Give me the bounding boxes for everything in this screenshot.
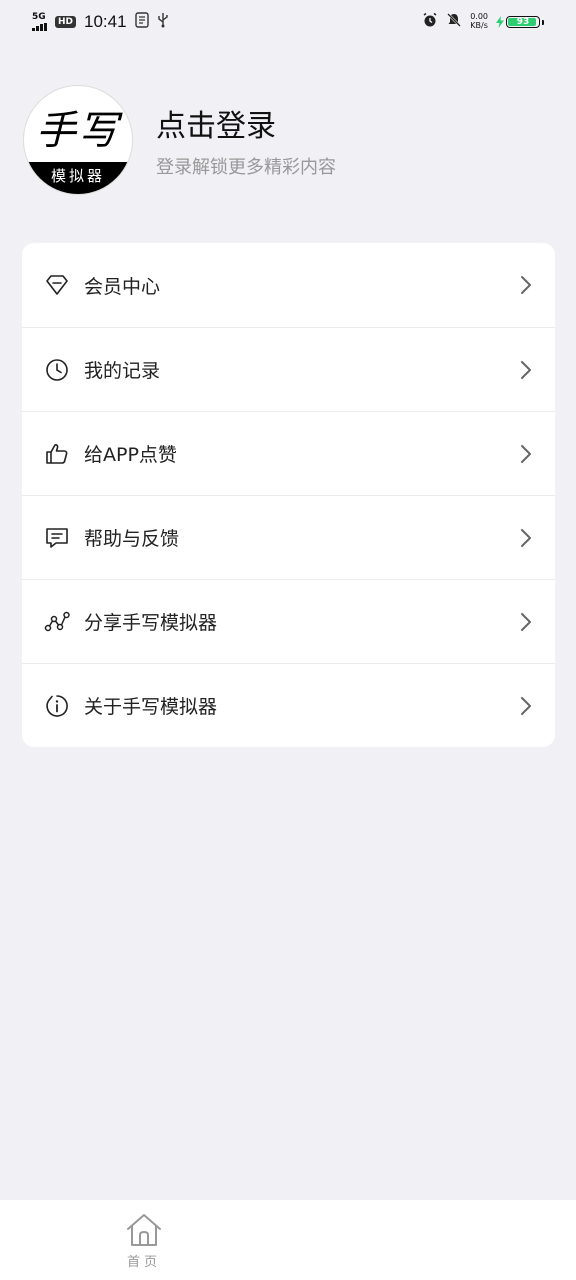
info-icon — [44, 693, 70, 719]
chevron-right-icon — [521, 444, 531, 463]
menu-item-vip-center[interactable]: 会员中心 — [22, 243, 555, 327]
status-bar: 5G HD 10:41 0.00 KB/s 93 — [0, 0, 576, 44]
usb-debug-icon — [134, 12, 149, 32]
clock-icon — [44, 357, 70, 383]
message-icon — [44, 525, 70, 551]
nav-tab-home-label: 首页 — [126, 1254, 161, 1270]
menu-item-label: 关于手写模拟器 — [84, 696, 218, 718]
app-logo-avatar[interactable]: 手写 模拟器 — [24, 86, 132, 194]
diamond-icon — [44, 272, 70, 298]
thumbs-up-icon — [44, 441, 70, 467]
menu-item-my-records[interactable]: 我的记录 — [22, 327, 555, 411]
menu-item-label: 给APP点赞 — [84, 444, 177, 466]
usb-icon — [157, 12, 169, 32]
chevron-right-icon — [521, 360, 531, 379]
menu-item-label: 我的记录 — [84, 360, 161, 382]
login-profile-header[interactable]: 手写 模拟器 点击登录 登录解锁更多精彩内容 — [24, 86, 336, 194]
status-right: 0.00 KB/s 93 — [422, 12, 544, 32]
settings-menu: 会员中心 我的记录 给APP点赞 帮助与反馈 分享手写模拟器 关于手写模拟器 — [22, 243, 555, 747]
menu-item-share-app[interactable]: 分享手写模拟器 — [22, 579, 555, 663]
signal-bars-icon — [32, 23, 47, 31]
charging-icon — [496, 13, 504, 32]
menu-item-label: 帮助与反馈 — [84, 528, 180, 550]
battery-tip — [542, 19, 544, 25]
clock-time: 10:41 — [84, 12, 127, 31]
chevron-right-icon — [521, 276, 531, 294]
avatar-logo-text: 手写 — [36, 108, 120, 154]
speed-unit: KB/s — [470, 21, 488, 30]
alarm-icon — [422, 12, 438, 32]
mute-icon — [446, 12, 462, 32]
avatar-logo-subtext: 模拟器 — [24, 162, 132, 194]
network-type: 5G — [32, 12, 46, 22]
bottom-navigation: 首页 — [0, 1200, 576, 1280]
profile-text: 点击登录 登录解锁更多精彩内容 — [156, 101, 336, 179]
chevron-right-icon — [521, 612, 531, 631]
battery-indicator: 93 — [496, 13, 544, 32]
login-subtitle: 登录解锁更多精彩内容 — [156, 157, 336, 178]
battery-percent: 93 — [516, 17, 530, 27]
status-left: 5G HD 10:41 — [32, 12, 169, 32]
battery-icon: 93 — [506, 16, 540, 28]
menu-item-about-app[interactable]: 关于手写模拟器 — [22, 663, 555, 747]
menu-item-rate-app[interactable]: 给APP点赞 — [22, 411, 555, 495]
menu-item-label: 会员中心 — [84, 275, 161, 298]
chevron-right-icon — [521, 528, 531, 547]
nav-tab-home[interactable]: 首页 — [0, 1200, 288, 1280]
chevron-right-icon — [521, 696, 531, 715]
share-icon — [44, 609, 70, 635]
menu-item-help-feedback[interactable]: 帮助与反馈 — [22, 495, 555, 579]
menu-item-label: 分享手写模拟器 — [84, 612, 218, 634]
network-speed: 0.00 KB/s — [470, 12, 488, 31]
home-icon — [127, 1213, 161, 1246]
login-title[interactable]: 点击登录 — [156, 101, 336, 145]
hd-badge: HD — [55, 16, 77, 28]
signal-indicator: 5G — [32, 13, 47, 31]
